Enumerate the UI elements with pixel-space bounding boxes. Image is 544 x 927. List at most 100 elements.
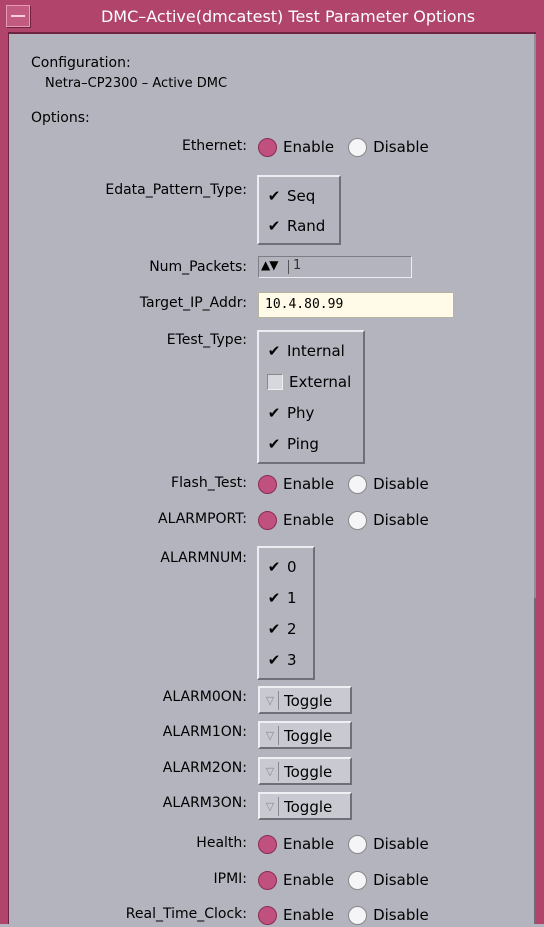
- flash-test-disable-label: Disable: [373, 475, 429, 493]
- alarmport-label: ALARMPORT:: [158, 511, 247, 527]
- alarmnum-1-checkbox[interactable]: ✔ 1: [267, 589, 297, 607]
- ethernet-enable-radio[interactable]: Enable: [258, 137, 335, 157]
- radio-selected-icon: [258, 510, 277, 530]
- ethernet-label: Ethernet:: [181, 138, 247, 154]
- ipmi-enable-label: Enable: [283, 871, 335, 889]
- spin-up-down-icon[interactable]: ▲▼: [261, 258, 278, 272]
- radio-selected-icon: [258, 834, 277, 854]
- dropdown-triangle-icon: ▽: [262, 691, 279, 710]
- dialog-window: DMC–Active(dmcatest) Test Parameter Opti…: [0, 0, 544, 925]
- alarmport-disable-label: Disable: [373, 511, 429, 529]
- alarm0on-toggle-label: Toggle: [284, 692, 333, 710]
- rtc-enable-label: Enable: [283, 906, 335, 924]
- minus-icon: [11, 15, 25, 17]
- real-time-clock-label: Real_Time_Clock:: [125, 906, 247, 922]
- flash-test-enable-radio[interactable]: Enable: [258, 474, 335, 494]
- etest-type-label: ETest_Type:: [166, 332, 247, 348]
- edata-rand-checkbox[interactable]: ✔ Rand: [267, 217, 326, 235]
- edata-seq-checkbox[interactable]: ✔ Seq: [267, 187, 316, 205]
- ethernet-disable-label: Disable: [373, 138, 429, 156]
- radio-selected-icon: [258, 137, 277, 157]
- alarm3on-label: ALARM3ON:: [162, 795, 247, 811]
- rtc-disable-label: Disable: [373, 906, 429, 924]
- radio-selected-icon: [258, 905, 277, 925]
- window-frame-left: [0, 32, 9, 924]
- radio-unselected-icon: [348, 474, 368, 494]
- checkmark-icon: ✔: [267, 651, 281, 669]
- window-menu-button[interactable]: [6, 5, 30, 27]
- flash-test-label: Flash_Test:: [171, 475, 247, 491]
- radio-selected-icon: [258, 474, 277, 494]
- edata-pattern-type-group: ✔ Seq ✔ Rand: [257, 175, 341, 245]
- rtc-disable-radio[interactable]: Disable: [348, 905, 429, 925]
- flash-test-enable-label: Enable: [283, 475, 335, 493]
- flash-test-radio-group: Enable Disable: [258, 472, 443, 496]
- health-radio-group: Enable Disable: [258, 832, 443, 856]
- checkmark-icon: ✔: [267, 342, 281, 360]
- alarmnum-label: ALARMNUM:: [160, 550, 247, 566]
- scrollbar-thumb[interactable]: [534, 598, 536, 924]
- alarm0on-label: ALARM0ON:: [162, 689, 247, 705]
- alarm3on-toggle-button[interactable]: ▽ Toggle: [258, 792, 352, 820]
- checkmark-icon: ✔: [267, 589, 281, 607]
- alarmnum-2-checkbox[interactable]: ✔ 2: [267, 620, 297, 638]
- edata-rand-label: Rand: [287, 217, 326, 235]
- window-frame-right: [535, 32, 544, 924]
- radio-unselected-icon: [348, 510, 368, 530]
- etest-internal-checkbox[interactable]: ✔ Internal: [267, 342, 345, 360]
- options-label: Options:: [31, 110, 90, 126]
- health-enable-radio[interactable]: Enable: [258, 834, 334, 854]
- ethernet-enable-label: Enable: [283, 138, 335, 156]
- etest-ping-checkbox[interactable]: ✔ Ping: [267, 435, 319, 453]
- alarm1on-label: ALARM1ON:: [162, 724, 247, 740]
- alarmnum-3-label: 3: [287, 651, 297, 669]
- alarmnum-2-label: 2: [287, 620, 297, 638]
- alarm0on-toggle-button[interactable]: ▽ Toggle: [258, 686, 352, 714]
- text-cursor: [288, 260, 289, 274]
- alarm2on-label: ALARM2ON:: [162, 760, 247, 776]
- ipmi-enable-radio[interactable]: Enable: [258, 870, 335, 890]
- alarmnum-0-checkbox[interactable]: ✔ 0: [267, 558, 297, 576]
- flash-test-disable-radio[interactable]: Disable: [348, 474, 429, 494]
- num-packets-label: Num_Packets:: [149, 259, 247, 275]
- rtc-enable-radio[interactable]: Enable: [258, 905, 335, 925]
- health-disable-radio[interactable]: Disable: [348, 834, 429, 854]
- alarmport-disable-radio[interactable]: Disable: [348, 510, 429, 530]
- configuration-label: Configuration:: [31, 55, 131, 71]
- target-ip-input[interactable]: 10.4.80.99: [258, 292, 454, 318]
- alarm1on-toggle-label: Toggle: [284, 727, 333, 745]
- num-packets-value[interactable]: 1: [293, 258, 301, 273]
- ethernet-radio-group: Enable Disable: [258, 135, 443, 159]
- dropdown-triangle-icon: ▽: [262, 726, 279, 745]
- dropdown-triangle-icon: ▽: [262, 762, 279, 781]
- checkmark-icon: ✔: [267, 620, 281, 638]
- radio-unselected-icon: [348, 905, 368, 925]
- ipmi-disable-label: Disable: [373, 871, 429, 889]
- configuration-value: Netra–CP2300 – Active DMC: [45, 76, 228, 91]
- dropdown-triangle-icon: ▽: [262, 797, 279, 816]
- alarmport-radio-group: Enable Disable: [258, 508, 443, 532]
- etest-phy-checkbox[interactable]: ✔ Phy: [267, 404, 315, 422]
- checkmark-icon: ✔: [267, 404, 281, 422]
- alarm1on-toggle-button[interactable]: ▽ Toggle: [258, 721, 352, 749]
- etest-internal-label: Internal: [287, 342, 345, 360]
- etest-phy-label: Phy: [287, 404, 315, 422]
- alarmport-enable-label: Enable: [283, 511, 335, 529]
- etest-ping-label: Ping: [287, 435, 319, 453]
- etest-external-checkbox[interactable]: External: [267, 373, 351, 391]
- alarmnum-3-checkbox[interactable]: ✔ 3: [267, 651, 297, 669]
- title-bar[interactable]: DMC–Active(dmcatest) Test Parameter Opti…: [0, 0, 544, 34]
- ethernet-disable-radio[interactable]: Disable: [348, 137, 429, 157]
- window-title: DMC–Active(dmcatest) Test Parameter Opti…: [100, 7, 476, 26]
- health-disable-label: Disable: [373, 835, 429, 853]
- edata-seq-label: Seq: [287, 187, 316, 205]
- etest-external-label: External: [289, 373, 352, 391]
- alarm2on-toggle-label: Toggle: [284, 763, 333, 781]
- alarm2on-toggle-button[interactable]: ▽ Toggle: [258, 757, 352, 785]
- alarmport-enable-radio[interactable]: Enable: [258, 510, 335, 530]
- alarmnum-1-label: 1: [287, 589, 297, 607]
- ipmi-disable-radio[interactable]: Disable: [348, 870, 429, 890]
- num-packets-stepper[interactable]: ▲▼ 1: [258, 256, 412, 278]
- target-ip-addr-label: Target_IP_Addr:: [139, 295, 247, 311]
- ipmi-label: IPMI:: [213, 871, 248, 887]
